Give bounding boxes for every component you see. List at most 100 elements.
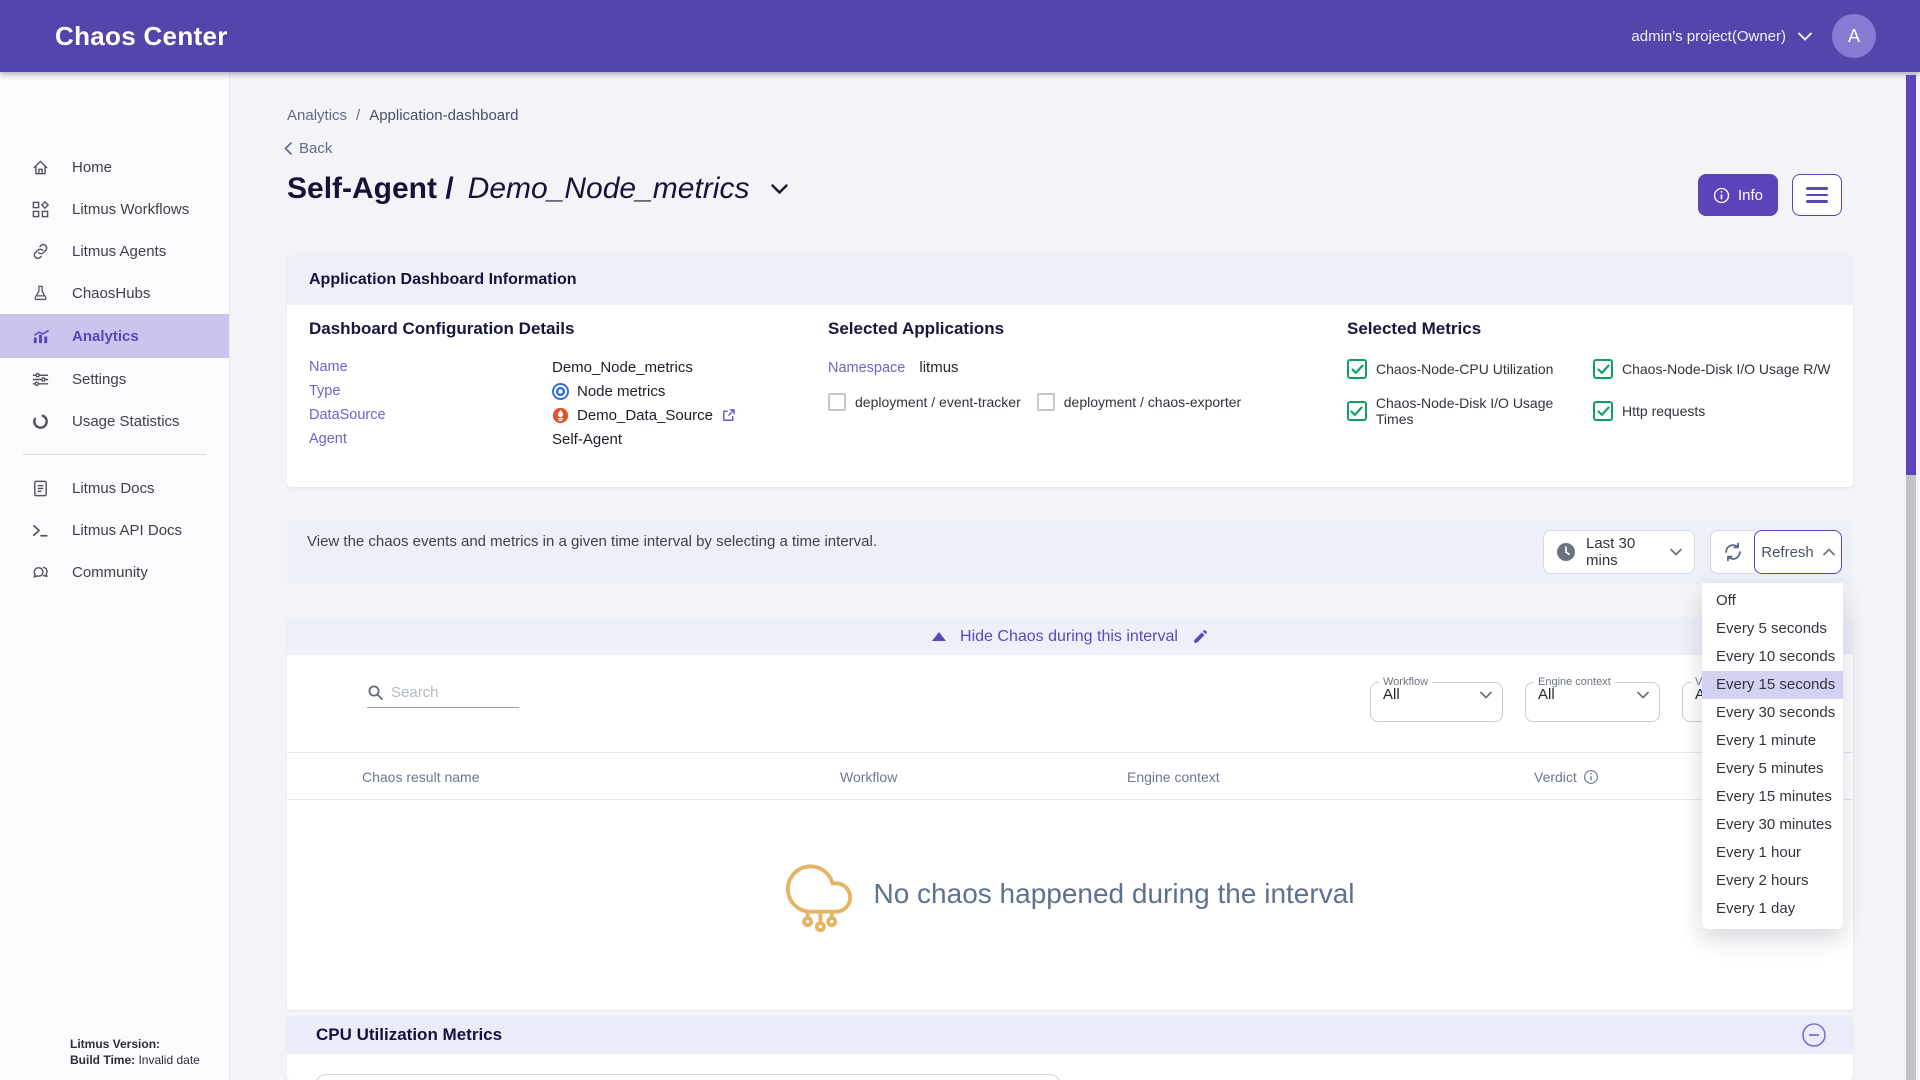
flask-icon xyxy=(30,283,50,303)
sidebar-item-label: ChaosHubs xyxy=(72,285,150,302)
sidebar-item-litmus-workflows[interactable]: Litmus Workflows xyxy=(0,188,229,230)
application-checkbox-item[interactable]: deployment / chaos-exporter xyxy=(1037,393,1241,411)
checkbox-label: deployment / chaos-exporter xyxy=(1064,394,1241,410)
edit-pencil-icon[interactable] xyxy=(1192,629,1208,645)
menu-item-every-1-hour[interactable]: Every 1 hour xyxy=(1702,839,1843,867)
menu-item-every-15-minutes[interactable]: Every 15 minutes xyxy=(1702,783,1843,811)
checkbox-checked[interactable] xyxy=(1347,359,1367,379)
menu-item-every-30-minutes[interactable]: Every 30 minutes xyxy=(1702,811,1843,839)
refresh-icon xyxy=(1722,541,1744,563)
sidebar-item-analytics[interactable]: Analytics xyxy=(0,314,229,358)
config-label: Agent xyxy=(309,431,552,447)
menu-item-every-5-minutes[interactable]: Every 5 minutes xyxy=(1702,755,1843,783)
build-time-label: Build Time: xyxy=(70,1053,135,1067)
sidebar-item-litmus-agents[interactable]: Litmus Agents xyxy=(0,230,229,272)
time-range-select[interactable]: Last 30 mins xyxy=(1543,530,1695,574)
page-title: Self-Agent / Demo_Node_metrics xyxy=(287,172,788,206)
dashboard-info-title: Application Dashboard Information xyxy=(309,271,577,289)
info-label: Info xyxy=(1738,187,1763,204)
selected-metrics-section: Selected Metrics Chaos-Node-CPU Utilizat… xyxy=(1347,319,1847,427)
checkbox-label: Chaos-Node-Disk I/O Usage R/W xyxy=(1622,361,1831,377)
sidebar-item-litmus-docs[interactable]: Litmus Docs xyxy=(0,467,229,509)
info-button[interactable]: Info xyxy=(1698,174,1778,216)
config-row-agent: Agent Self-Agent xyxy=(309,427,814,451)
menu-item-off[interactable]: Off xyxy=(1702,587,1843,615)
sidebar-item-litmus-api-docs[interactable]: Litmus API Docs xyxy=(0,509,229,551)
refresh-rate-dropdown[interactable]: Refresh xyxy=(1754,530,1842,574)
external-link-icon[interactable] xyxy=(721,408,736,423)
column-header-engine-context: Engine context xyxy=(1127,753,1220,801)
sidebar-item-label: Settings xyxy=(72,371,126,388)
chevron-left-icon xyxy=(284,142,292,155)
avatar[interactable]: A xyxy=(1832,14,1876,58)
sidebar: Home Litmus Workflows Litmus Agents Chao… xyxy=(0,72,230,1080)
metric-checkbox-item[interactable]: Http requests xyxy=(1593,395,1847,427)
sidebar-item-home[interactable]: Home xyxy=(0,146,229,188)
cpu-metrics-title: CPU Utilization Metrics xyxy=(316,1025,1801,1045)
clock-icon xyxy=(1556,542,1576,562)
prometheus-icon xyxy=(552,407,569,424)
menu-item-every-15-seconds[interactable]: Every 15 seconds xyxy=(1702,671,1843,699)
node-metrics-icon xyxy=(552,383,569,400)
sidebar-item-settings[interactable]: Settings xyxy=(0,358,229,400)
sidebar-item-label: Litmus Docs xyxy=(72,480,155,497)
config-value: Demo_Node_metrics xyxy=(552,359,693,376)
checkbox-checked[interactable] xyxy=(1347,401,1367,421)
namespace-value: litmus xyxy=(919,359,958,376)
table-header-row: Chaos result name Workflow Engine contex… xyxy=(287,752,1853,800)
bar-chart-icon xyxy=(30,326,50,346)
menu-item-every-30-seconds[interactable]: Every 30 seconds xyxy=(1702,699,1843,727)
application-checkbox-item[interactable]: deployment / event-tracker xyxy=(828,393,1021,411)
hide-chaos-toggle[interactable]: Hide Chaos during this interval xyxy=(287,618,1853,655)
hamburger-icon xyxy=(1806,187,1828,203)
avatar-letter: A xyxy=(1848,26,1860,47)
title-chevron-down-icon[interactable] xyxy=(771,184,788,195)
project-dropdown[interactable]: admin's project(Owner) xyxy=(1631,28,1812,45)
sidebar-item-usage-statistics[interactable]: Usage Statistics xyxy=(0,400,229,442)
scrollbar-track[interactable] xyxy=(1906,72,1916,1080)
sliders-icon xyxy=(30,369,50,389)
version-info: Litmus Version: Build Time: Invalid date xyxy=(70,1036,200,1068)
filter-value: All xyxy=(1538,686,1555,703)
dashboard-menu-button[interactable] xyxy=(1792,174,1842,216)
menu-item-every-5-seconds[interactable]: Every 5 seconds xyxy=(1702,615,1843,643)
checkbox-unchecked[interactable] xyxy=(828,393,846,411)
config-label: Type xyxy=(309,383,552,399)
verdict-info-icon[interactable] xyxy=(1583,769,1599,785)
chevron-down-icon xyxy=(1480,691,1492,699)
terminal-icon xyxy=(30,520,50,540)
collapse-minus-icon[interactable] xyxy=(1801,1022,1827,1048)
sidebar-item-label: Litmus Workflows xyxy=(72,201,189,218)
menu-item-every-10-seconds[interactable]: Every 10 seconds xyxy=(1702,643,1843,671)
breadcrumb-separator: / xyxy=(356,107,360,124)
menu-item-every-1-minute[interactable]: Every 1 minute xyxy=(1702,727,1843,755)
breadcrumb-current[interactable]: Application-dashboard xyxy=(369,107,518,124)
sidebar-item-community[interactable]: Community xyxy=(0,551,229,593)
refresh-control: Refresh xyxy=(1710,530,1842,574)
back-label: Back xyxy=(299,140,332,157)
sidebar-item-chaoshubs[interactable]: ChaosHubs xyxy=(0,272,229,314)
refresh-now-button[interactable] xyxy=(1710,530,1754,574)
cpu-metrics-card: CPU Utilization Metrics xyxy=(287,1016,1853,1080)
metric-checkbox-item[interactable]: Chaos-Node-Disk I/O Usage R/W xyxy=(1593,359,1847,379)
chevron-down-icon xyxy=(1670,548,1682,556)
refresh-label: Refresh xyxy=(1761,544,1814,561)
chevron-down-icon xyxy=(1637,691,1649,699)
checkbox-checked[interactable] xyxy=(1593,359,1613,379)
workflow-filter[interactable]: Workflow All xyxy=(1370,676,1503,722)
back-button[interactable]: Back xyxy=(284,140,332,157)
checkbox-label: deployment / event-tracker xyxy=(855,394,1021,410)
breadcrumb-analytics[interactable]: Analytics xyxy=(287,107,347,124)
checkbox-unchecked[interactable] xyxy=(1037,393,1055,411)
metric-checkbox-item[interactable]: Chaos-Node-CPU Utilization xyxy=(1347,359,1593,379)
scrollbar-thumb[interactable] xyxy=(1906,75,1916,475)
engine-context-filter[interactable]: Engine context All xyxy=(1525,676,1660,722)
project-name: admin's project(Owner) xyxy=(1631,28,1786,45)
metric-checkbox-item[interactable]: Chaos-Node-Disk I/O Usage Times xyxy=(1347,395,1593,427)
menu-item-every-2-hours[interactable]: Every 2 hours xyxy=(1702,867,1843,895)
search-input[interactable] xyxy=(391,684,501,701)
menu-item-every-1-day[interactable]: Every 1 day xyxy=(1702,895,1843,923)
selected-metrics-title: Selected Metrics xyxy=(1347,319,1847,339)
checkbox-checked[interactable] xyxy=(1593,401,1613,421)
interval-bar: View the chaos events and metrics in a g… xyxy=(287,520,1853,584)
